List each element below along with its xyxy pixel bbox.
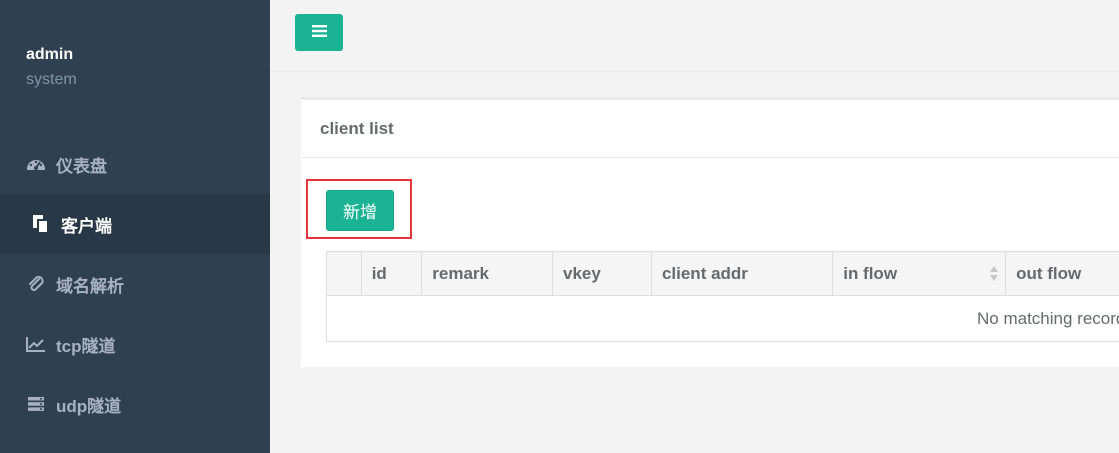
server-icon [26, 394, 46, 414]
sidebar-item-clients[interactable]: 客户端 [0, 194, 270, 254]
sidebar-item-label: 仪表盘 [56, 156, 107, 176]
add-client-button[interactable]: 新增 [326, 190, 394, 231]
user-name: admin [26, 46, 74, 63]
sidebar-item-label: udp隧道 [56, 396, 122, 416]
column-header-client-addr[interactable]: client addr [652, 252, 834, 296]
copy-icon [31, 214, 51, 234]
column-label: id [371, 264, 387, 283]
column-label: out flow [1016, 264, 1082, 283]
column-label: vkey [563, 264, 601, 283]
sidebar-item-tcp[interactable]: tcp隧道 [0, 314, 270, 374]
column-header-select[interactable] [327, 252, 362, 296]
sidebar-item-label: 客户端 [61, 216, 112, 236]
client-table: id remark vkey client addr in flow out f… [326, 251, 1119, 342]
menu-toggle-button[interactable] [295, 14, 343, 51]
user-profile[interactable]: admin system [26, 45, 77, 90]
top-navbar [270, 0, 1119, 72]
column-label: in flow [843, 264, 898, 283]
column-header-vkey[interactable]: vkey [553, 252, 652, 296]
sidebar-nav: 仪表盘 客户端 域名解析 tcp隧道 udp隧道 [0, 134, 270, 434]
sidebar-item-domains[interactable]: 域名解析 [0, 254, 270, 314]
sidebar-item-dashboard[interactable]: 仪表盘 [0, 134, 270, 194]
sidebar-item-label: tcp隧道 [56, 336, 116, 356]
column-label: remark [432, 264, 489, 283]
paperclip-icon [26, 274, 46, 294]
column-header-id[interactable]: id [362, 252, 423, 296]
column-header-out-flow[interactable]: out flow [1006, 252, 1119, 296]
column-header-in-flow[interactable]: in flow [833, 252, 1007, 296]
column-label: client addr [661, 264, 748, 283]
sidebar: admin system 仪表盘 客户端 域名解析 tcp隧道 udp隧道 [0, 0, 270, 453]
user-role: system [26, 71, 77, 88]
line-chart-icon [26, 334, 46, 354]
table-header: id remark vkey client addr in flow out f… [327, 252, 1119, 296]
dashboard-icon [26, 154, 46, 174]
column-header-remark[interactable]: remark [422, 252, 554, 296]
app-window: admin system 仪表盘 客户端 域名解析 tcp隧道 udp隧道 cl… [0, 0, 1119, 453]
client-list-panel: client list 新增 id remark vkey client add… [301, 97, 1119, 367]
panel-title: client list [301, 100, 1119, 158]
sidebar-item-label: 域名解析 [56, 276, 124, 296]
sidebar-item-udp[interactable]: udp隧道 [0, 374, 270, 434]
bars-icon [311, 25, 327, 40]
sort-icon[interactable] [989, 265, 999, 287]
empty-table-message: No matching records found [977, 308, 1119, 328]
